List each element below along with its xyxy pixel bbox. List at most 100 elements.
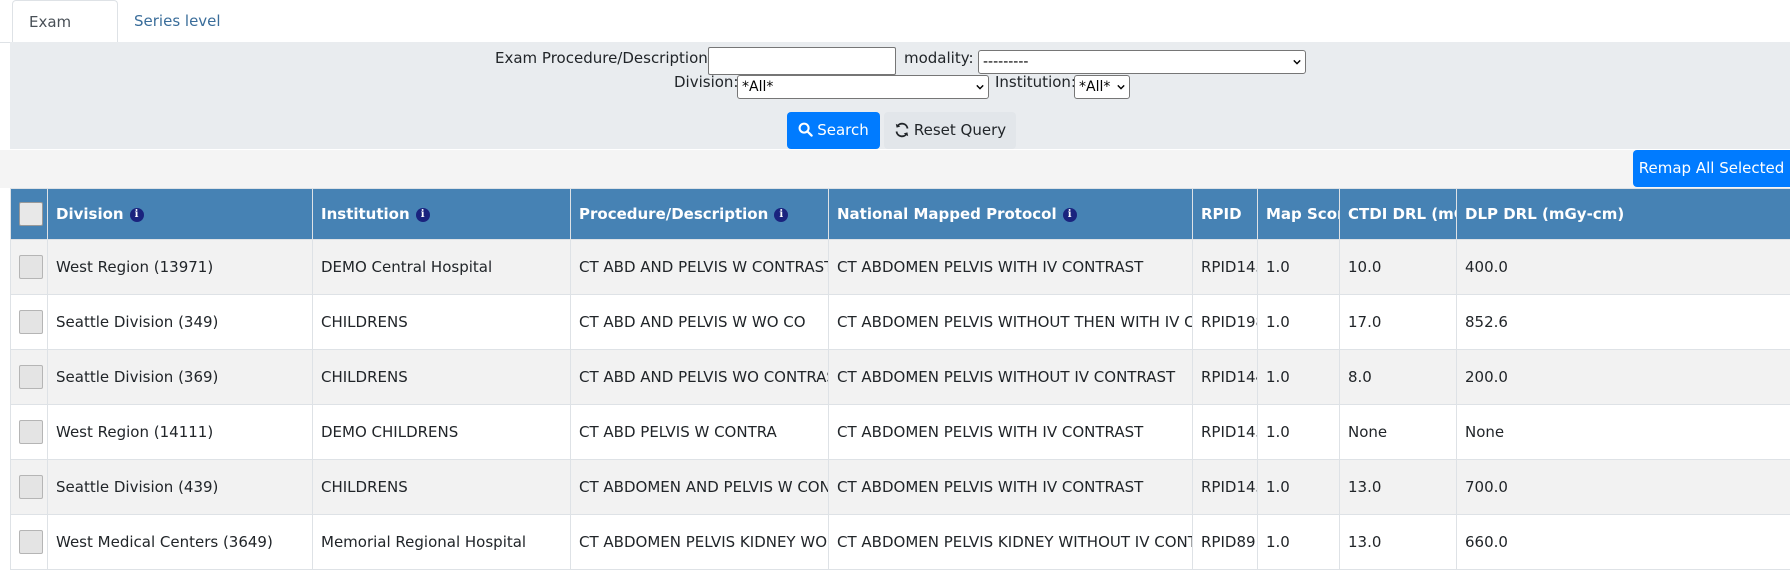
procedure-cell: CT ABD AND PELVIS WO CONTRAST	[570, 349, 829, 405]
info-icon[interactable]: i	[774, 207, 789, 222]
dlp-cell: None	[1456, 404, 1790, 460]
row-checkbox[interactable]	[19, 255, 43, 279]
chevron-down-icon	[1117, 84, 1125, 90]
institution-cell: CHILDRENS	[312, 294, 571, 350]
rpid-cell: RPID144	[1192, 349, 1258, 405]
table-row: West Region (13971) DEMO Central Hospita…	[10, 239, 1790, 295]
column-header-procedure[interactable]: Procedure/Description i	[570, 188, 829, 240]
dlp-cell: 200.0	[1456, 349, 1790, 405]
table-header-row: Division i Institution i Procedure/Descrip…	[10, 188, 1790, 240]
protocol-link[interactable]: CT ABDOMEN PELVIS KIDNEY WITHOUT IV CONT…	[828, 514, 1193, 570]
procedure-cell: CT ABD AND PELVIS W CONTRAST	[570, 239, 829, 295]
rpid-cell: RPID891	[1192, 514, 1258, 570]
protocol-link[interactable]: CT ABDOMEN PELVIS WITHOUT THEN WITH IV C…	[828, 294, 1193, 350]
map-score-cell: 1.0	[1257, 294, 1340, 350]
action-strip	[0, 150, 1790, 188]
select-all-checkbox[interactable]	[19, 202, 43, 226]
reset-query-button[interactable]: Reset Query	[884, 112, 1016, 149]
protocol-link[interactable]: CT ABDOMEN PELVIS WITH IV CONTRAST	[828, 459, 1193, 515]
institution-select[interactable]: *All*	[1074, 75, 1130, 99]
rpid-cell: RPID145	[1192, 459, 1258, 515]
division-cell: West Region (14111)	[47, 404, 313, 460]
chevron-down-icon	[1293, 59, 1301, 65]
column-header-dlp-drl[interactable]: DLP DRL (mGy-cm)	[1456, 188, 1790, 240]
protocol-link[interactable]: CT ABDOMEN PELVIS WITH IV CONTRAST	[828, 404, 1193, 460]
procedure-cell: CT ABD AND PELVIS W WO CO	[570, 294, 829, 350]
search-icon	[798, 122, 813, 137]
division-cell: West Region (13971)	[47, 239, 313, 295]
dlp-cell: 700.0	[1456, 459, 1790, 515]
institution-value: *All*	[1079, 79, 1111, 95]
ctdi-cell: 13.0	[1339, 459, 1457, 515]
column-header-map-score[interactable]: Map Score	[1257, 188, 1340, 240]
division-cell: Seattle Division (349)	[47, 294, 313, 350]
map-score-cell: 1.0	[1257, 514, 1340, 570]
division-cell: Seattle Division (439)	[47, 459, 313, 515]
dlp-cell: 852.6	[1456, 294, 1790, 350]
remap-all-selected-button[interactable]: Remap All Selected	[1633, 150, 1790, 187]
row-checkbox[interactable]	[19, 530, 43, 554]
ctdi-cell: None	[1339, 404, 1457, 460]
institution-header-label: Institution	[321, 205, 410, 223]
exam-procedure-label: Exam Procedure/Description:	[495, 49, 713, 67]
division-cell: Seattle Division (369)	[47, 349, 313, 405]
column-header-division[interactable]: Division i	[47, 188, 313, 240]
division-select[interactable]: *All*	[737, 75, 989, 99]
dlp-cell: 400.0	[1456, 239, 1790, 295]
exam-procedure-input[interactable]	[708, 47, 896, 75]
table-row: Seattle Division (439) CHILDRENS CT ABDO…	[10, 459, 1790, 515]
dlp-cell: 660.0	[1456, 514, 1790, 570]
results-table: Division i Institution i Procedure/Descrip…	[10, 188, 1790, 570]
institution-cell: CHILDRENS	[312, 459, 571, 515]
column-header-ctdi-drl[interactable]: CTDI DRL (mGy)	[1339, 188, 1457, 240]
procedure-cell: CT ABDOMEN PELVIS KIDNEY WO IVCON	[570, 514, 829, 570]
map-score-cell: 1.0	[1257, 459, 1340, 515]
modality-select[interactable]: ---------	[978, 50, 1306, 74]
institution-cell: Memorial Regional Hospital	[312, 514, 571, 570]
row-checkbox[interactable]	[19, 310, 43, 334]
info-icon[interactable]: i	[129, 207, 144, 222]
search-button[interactable]: Search	[787, 112, 880, 149]
map-score-cell: 1.0	[1257, 239, 1340, 295]
procedure-header-label: Procedure/Description	[579, 205, 769, 223]
row-checkbox-cell	[10, 459, 48, 515]
rpid-cell: RPID198	[1192, 294, 1258, 350]
row-checkbox-cell	[10, 514, 48, 570]
division-header-label: Division	[56, 205, 124, 223]
protocol-header-label: National Mapped Protocol	[837, 205, 1057, 223]
table-row: Seattle Division (349) CHILDRENS CT ABD …	[10, 294, 1790, 350]
table-row: West Medical Centers (3649) Memorial Reg…	[10, 514, 1790, 570]
info-icon[interactable]: i	[415, 207, 430, 222]
rpid-cell: RPID145	[1192, 404, 1258, 460]
tab-exam-level[interactable]: Exam level	[12, 0, 118, 73]
row-checkbox-cell	[10, 294, 48, 350]
chevron-down-icon	[976, 84, 984, 90]
row-checkbox[interactable]	[19, 365, 43, 389]
institution-cell: DEMO Central Hospital	[312, 239, 571, 295]
info-icon[interactable]: i	[1062, 207, 1077, 222]
ctdi-cell: 13.0	[1339, 514, 1457, 570]
column-header-protocol[interactable]: National Mapped Protocol i	[828, 188, 1193, 240]
row-checkbox-cell	[10, 349, 48, 405]
procedure-cell: CT ABD PELVIS W CONTRA	[570, 404, 829, 460]
row-checkbox[interactable]	[19, 420, 43, 444]
ctdi-cell: 10.0	[1339, 239, 1457, 295]
row-checkbox[interactable]	[19, 475, 43, 499]
map-score-cell: 1.0	[1257, 404, 1340, 460]
table-row: West Region (14111) DEMO CHILDRENS CT AB…	[10, 404, 1790, 460]
column-header-rpid[interactable]: RPID	[1192, 188, 1258, 240]
row-checkbox-cell	[10, 404, 48, 460]
modality-value: ---------	[983, 54, 1029, 70]
procedure-cell: CT ABDOMEN AND PELVIS W CONTR	[570, 459, 829, 515]
select-all-cell	[10, 188, 48, 240]
institution-cell: CHILDRENS	[312, 349, 571, 405]
protocol-link[interactable]: CT ABDOMEN PELVIS WITHOUT IV CONTRAST	[828, 349, 1193, 405]
division-label: Division:	[674, 73, 739, 91]
refresh-icon	[895, 122, 909, 138]
column-header-institution[interactable]: Institution i	[312, 188, 571, 240]
protocol-link[interactable]: CT ABDOMEN PELVIS WITH IV CONTRAST	[828, 239, 1193, 295]
tab-series-level[interactable]: Series level	[118, 0, 237, 42]
modality-label: modality:	[904, 49, 974, 67]
row-checkbox-cell	[10, 239, 48, 295]
search-button-label: Search	[817, 121, 869, 139]
